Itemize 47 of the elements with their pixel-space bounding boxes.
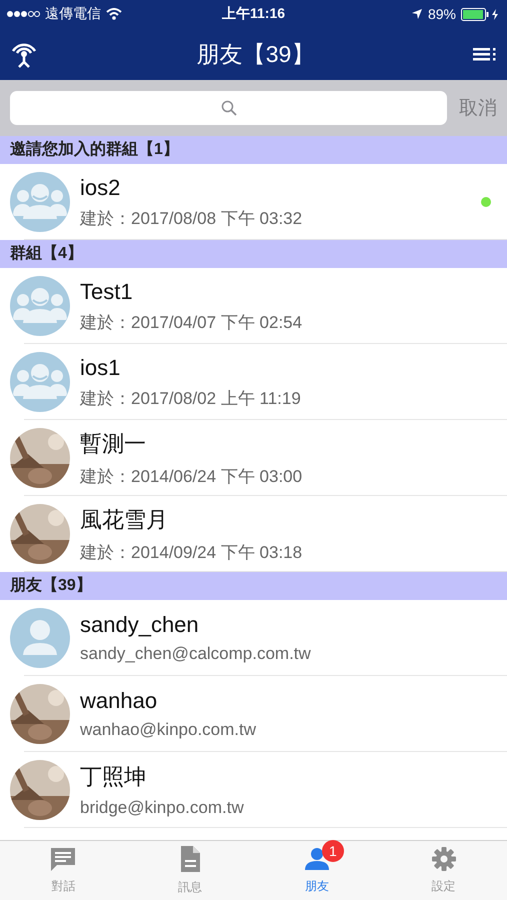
signal-icon: [6, 10, 40, 18]
location-icon: [410, 8, 423, 20]
contact-name: ios2: [80, 174, 122, 200]
search-field[interactable]: [10, 91, 447, 125]
contact-subtitle: sandy_chen@calcomp.com.tw: [80, 644, 312, 664]
carrier-name: 遠傳電信: [45, 5, 101, 23]
contact-name: 暫測一: [80, 430, 147, 458]
contact-subtitle: 建於：2017/08/02 上午 11:19: [80, 388, 302, 410]
contact-subtitle: 建於：2017/04/07 下午 02:54: [80, 312, 304, 334]
settings-icon[interactable]: [430, 846, 457, 872]
contact-subtitle: 建於：2017/08/08 下午 03:32: [80, 208, 304, 230]
contact-name: 風花雪月: [80, 506, 169, 534]
chat-icon[interactable]: [49, 846, 78, 872]
contact-row[interactable]: sandy_chen sandy_chen@calcomp.com.tw: [0, 600, 507, 676]
menu-icon[interactable]: [473, 46, 497, 62]
contact-row[interactable]: ios2 建於：2017/08/08 下午 03:32: [0, 164, 507, 240]
contact-row[interactable]: 丁照坤 bridge@kinpo.com.tw: [0, 752, 507, 828]
document-icon[interactable]: [179, 845, 202, 873]
section-header: 邀請您加入的群組【1】: [10, 141, 179, 158]
contact-name: Test1: [80, 278, 134, 304]
section-header: 朋友【39】: [10, 577, 92, 594]
screen-title: 朋友【39】: [196, 40, 314, 68]
person-avatar-icon: [10, 608, 70, 668]
group-avatar-icon: [10, 172, 70, 232]
contact-subtitle: 建於：2014/06/24 下午 03:00: [80, 466, 304, 488]
person-icon[interactable]: [304, 846, 330, 872]
wifi-icon: [106, 8, 122, 20]
contact-name: 丁照坤: [80, 763, 147, 791]
contact-row[interactable]: ios1 建於：2017/08/02 上午 11:19: [0, 344, 507, 420]
contact-subtitle: wanhao@kinpo.com.tw: [80, 720, 258, 740]
contact-row[interactable]: 暫測一 建於：2014/06/24 下午 03:00: [0, 420, 507, 496]
tab-button[interactable]: 1 朋友: [254, 841, 380, 900]
contact-row[interactable]: 風花雪月 建於：2014/09/24 下午 03:18: [0, 496, 507, 572]
group-avatar-icon: [10, 352, 70, 412]
battery-percent: 89%: [428, 6, 456, 22]
section-header: 群組【4】: [10, 245, 83, 262]
contact-row[interactable]: wanhao wanhao@kinpo.com.tw: [0, 676, 507, 752]
contact-name: sandy_chen: [80, 612, 200, 638]
contact-subtitle: 建於：2014/09/24 下午 03:18: [80, 542, 304, 564]
status-time: 上午11:16: [222, 5, 286, 23]
contact-name: wanhao: [80, 688, 158, 714]
badge-count: 1: [322, 840, 344, 862]
contact-row[interactable]: Test1 建於：2017/04/07 下午 02:54: [0, 268, 507, 344]
search-icon: [220, 100, 236, 116]
group-avatar-icon: [10, 276, 70, 336]
contact-name: ios1: [80, 354, 122, 380]
contact-subtitle: bridge@kinpo.com.tw: [80, 798, 245, 818]
